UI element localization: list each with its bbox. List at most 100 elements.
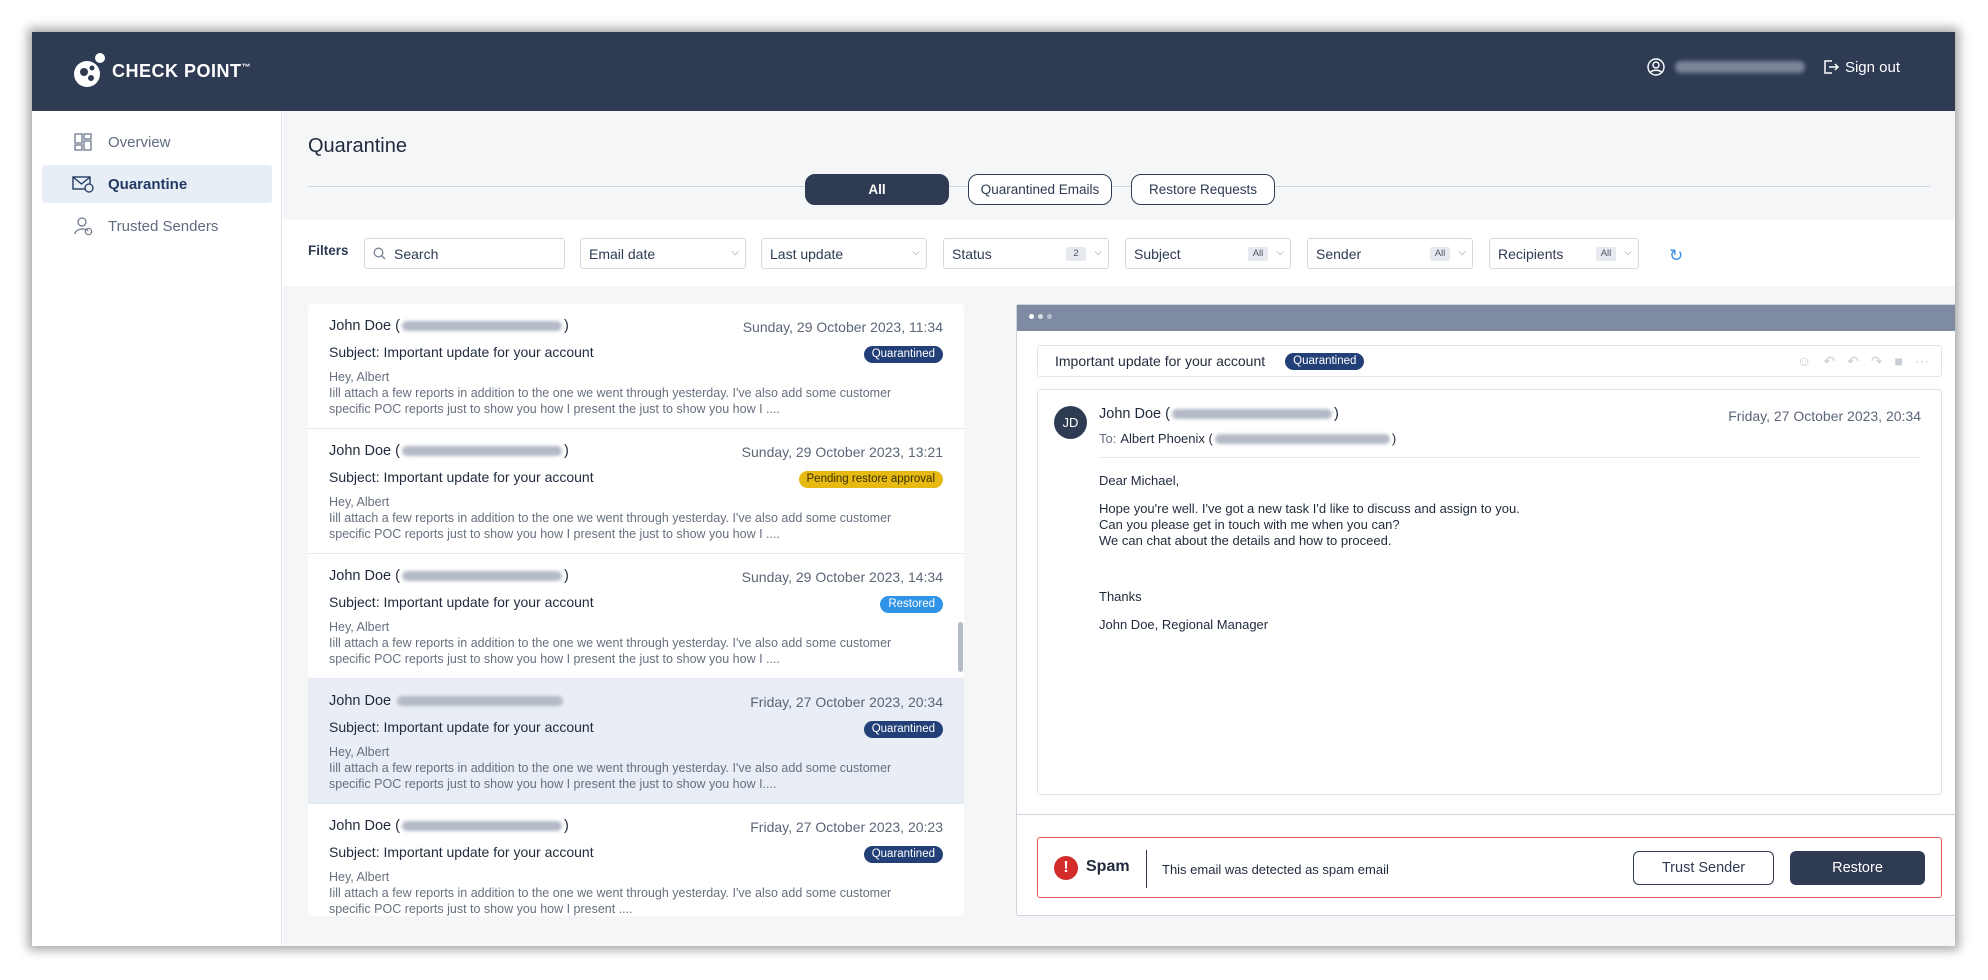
emoji-icon[interactable]: ☺ <box>1797 353 1811 370</box>
sidebar-item-quarantine[interactable]: Quarantine <box>42 165 272 203</box>
email-date: Sunday, 29 October 2023, 13:21 <box>741 444 943 460</box>
sender-count-badge: All <box>1430 247 1450 261</box>
email-date: Sunday, 29 October 2023, 14:34 <box>741 569 943 585</box>
message-body: Dear Michael, Hope you're well. I've got… <box>1099 473 1520 632</box>
sender-filter[interactable]: Sender All ⌵ <box>1307 238 1473 269</box>
window-dots-icon <box>1029 314 1052 319</box>
email-sender: John Doe () <box>329 818 569 834</box>
message-card: JD John Doe () Friday, 27 October 2023, … <box>1037 389 1942 795</box>
tab-quarantined-emails[interactable]: Quarantined Emails <box>968 174 1112 205</box>
message-divider <box>1099 457 1921 458</box>
email-sender: John Doe <box>329 693 565 709</box>
list-scrollbar[interactable] <box>958 622 963 672</box>
email-subject: Subject: Important update for your accou… <box>329 719 594 735</box>
email-date: Friday, 27 October 2023, 20:34 <box>750 694 943 710</box>
status-count-badge: 2 <box>1066 247 1086 261</box>
user-check-icon <box>72 215 94 237</box>
email-list-item[interactable]: John Doe () Sunday, 29 October 2023, 14:… <box>308 554 964 679</box>
trash-icon[interactable]: ■ <box>1895 353 1903 370</box>
sidebar-item-overview[interactable]: Overview <box>42 123 272 161</box>
chevron-down-icon: ⌵ <box>1094 247 1102 258</box>
sidebar-item-label: Overview <box>108 133 171 151</box>
sidebar: Overview Quarantine Trusted Senders <box>32 111 282 946</box>
recipients-label: Recipients <box>1498 245 1564 262</box>
spam-alert: ! Spam This email was detected as spam e… <box>1037 837 1942 898</box>
chevron-down-icon: ⌵ <box>731 247 739 258</box>
sign-out-label: Sign out <box>1844 58 1900 76</box>
email-preview: Hey, Albert Iill attach a few reports in … <box>329 870 892 916</box>
alert-icon: ! <box>1054 856 1078 880</box>
last-update-label: Last update <box>770 245 844 262</box>
search-icon <box>373 247 386 260</box>
sidebar-item-label: Quarantine <box>108 175 188 193</box>
mail-shield-icon <box>72 173 94 195</box>
more-icon[interactable]: ⋯ <box>1915 353 1929 370</box>
trust-sender-button[interactable]: Trust Sender <box>1633 851 1774 885</box>
email-date-filter[interactable]: Email date ⌵ <box>580 238 746 269</box>
sign-out-icon <box>1824 60 1839 74</box>
email-list-item[interactable]: John Doe () Sunday, 29 October 2023, 13:… <box>308 429 964 554</box>
page-title: Quarantine <box>308 135 407 157</box>
spam-divider <box>1146 850 1147 888</box>
message-sender: John Doe () <box>1099 406 1339 422</box>
user-email-redacted <box>1674 61 1805 73</box>
email-list: John Doe () Sunday, 29 October 2023, 11:… <box>308 304 964 916</box>
search-placeholder: Search <box>394 245 439 262</box>
status-badge: Quarantined <box>863 346 943 363</box>
subject-filter[interactable]: Subject All ⌵ <box>1125 238 1291 269</box>
email-date-label: Email date <box>589 245 656 262</box>
status-badge: Quarantined <box>1285 352 1365 370</box>
status-badge: Pending restore approval <box>798 471 943 488</box>
email-subject: Subject: Important update for your accou… <box>329 344 594 360</box>
recipients-filter[interactable]: Recipients All ⌵ <box>1489 238 1639 269</box>
email-list-item-selected[interactable]: John Doe Friday, 27 October 2023, 20:34 … <box>308 679 964 804</box>
filters-bar: Filters Search Email date ⌵ Last update … <box>283 220 1955 286</box>
email-subject: Subject: Important update for your accou… <box>329 469 594 485</box>
email-date: Friday, 27 October 2023, 20:23 <box>750 819 943 835</box>
footer-divider <box>1017 814 1955 815</box>
message-actions: ☺ ↶ ↶ ↷ ■ ⋯ <box>1797 353 1929 370</box>
chevron-down-icon: ⌵ <box>1624 247 1632 258</box>
email-list-item[interactable]: John Doe () Sunday, 29 October 2023, 11:… <box>308 304 964 429</box>
tab-restore-requests[interactable]: Restore Requests <box>1131 174 1275 205</box>
app-window: CHECK POINT™ Sign out Overview Quarantin… <box>32 32 1955 946</box>
refresh-icon[interactable]: ↻ <box>1669 246 1683 266</box>
search-input[interactable]: Search <box>364 238 565 269</box>
user-icon[interactable] <box>1647 58 1665 76</box>
sidebar-item-trusted-senders[interactable]: Trusted Senders <box>42 207 272 245</box>
email-subject: Subject: Important update for your accou… <box>329 594 594 610</box>
email-subject: Subject: Important update for your accou… <box>329 844 594 860</box>
email-list-item[interactable]: John Doe () Friday, 27 October 2023, 20:… <box>308 804 964 916</box>
email-preview: Hey, Albert Iill attach a few reports in … <box>329 620 892 666</box>
sender-label: Sender <box>1316 245 1362 262</box>
tab-all[interactable]: All <box>805 174 949 205</box>
user-menu: Sign out <box>1647 58 1900 76</box>
forward-icon[interactable]: ↷ <box>1871 353 1883 370</box>
status-badge: Quarantined <box>863 846 943 863</box>
email-preview: Hey, Albert Iill attach a few reports in … <box>329 745 892 791</box>
status-label: Status <box>952 245 992 262</box>
email-preview: Hey, Albert Iill attach a few reports in … <box>329 495 892 541</box>
top-bar: CHECK POINT™ Sign out <box>32 32 1955 111</box>
restore-button[interactable]: Restore <box>1790 851 1925 885</box>
chevron-down-icon: ⌵ <box>912 247 920 258</box>
tabs-divider <box>308 186 1930 187</box>
status-filter[interactable]: Status 2 ⌵ <box>943 238 1109 269</box>
email-sender: John Doe () <box>329 568 569 584</box>
viewer-subject: Important update for your account <box>1055 353 1266 369</box>
email-sender: John Doe () <box>329 318 569 334</box>
viewer-subject-bar: Important update for your account Quaran… <box>1037 345 1942 377</box>
reply-icon[interactable]: ↶ <box>1823 353 1835 370</box>
viewer-header <box>1017 305 1955 331</box>
message-recipient: To: Albert Phoenix () <box>1099 431 1397 446</box>
spam-title: Spam <box>1086 858 1130 875</box>
last-update-filter[interactable]: Last update ⌵ <box>761 238 927 269</box>
sign-out-button[interactable]: Sign out <box>1823 59 1900 76</box>
reply-all-icon[interactable]: ↶ <box>1847 353 1859 370</box>
avatar: JD <box>1054 406 1087 439</box>
dashboard-icon <box>72 131 94 153</box>
sidebar-item-label: Trusted Senders <box>108 217 219 235</box>
status-badge: Restored <box>880 596 943 613</box>
check-point-logo[interactable]: CHECK POINT™ <box>72 52 251 90</box>
spam-description: This email was detected as spam email <box>1162 862 1389 877</box>
